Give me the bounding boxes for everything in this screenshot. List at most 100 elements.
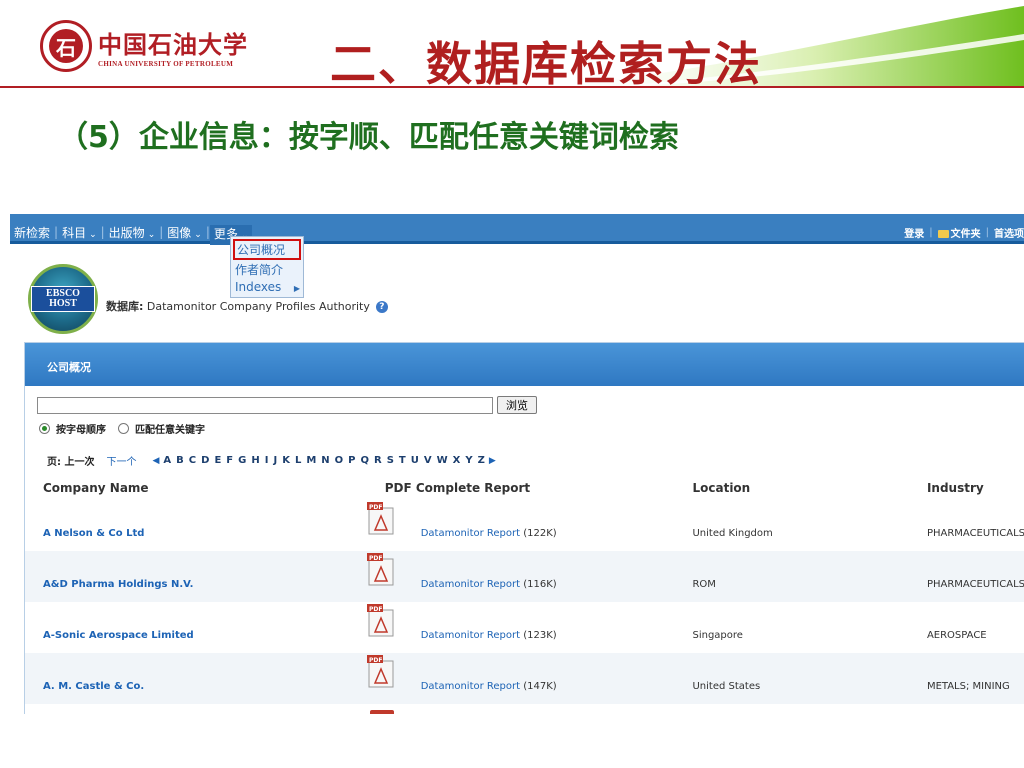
location-cell: Singapore — [692, 630, 743, 641]
alphabet-link-y[interactable]: Y — [465, 455, 472, 466]
alphabet-link-b[interactable]: B — [176, 455, 184, 466]
folder-link[interactable]: 文件夹 — [937, 225, 981, 240]
previous-label: 页: 上一次 — [47, 457, 95, 468]
alphabet-link-t[interactable]: T — [399, 455, 406, 466]
nav-images[interactable]: 图像 ⌄ — [163, 224, 206, 241]
pdf-icon[interactable]: PDF — [366, 604, 397, 638]
alphabet-link-h[interactable]: H — [251, 455, 259, 466]
pdf-icon-partial — [370, 710, 394, 714]
location-cell: United States — [692, 681, 761, 692]
browse-search-row: 浏览 — [37, 396, 537, 414]
alphabet-link-x[interactable]: X — [453, 455, 461, 466]
more-dropdown-menu: 公司概况 作者简介 Indexes ▶ — [230, 236, 304, 298]
pagination-row: 页: 上一次 下一个 ◀ ABCDEFGHIJKLMNOPQRSTUVWXYZ … — [47, 453, 496, 468]
column-industry[interactable]: Industry — [909, 476, 1024, 500]
pdf-report-cell: PDF Datamonitor Report (116K) — [366, 553, 557, 590]
database-name: Datamonitor Company Profiles Authority — [146, 300, 370, 313]
pdf-icon[interactable]: PDF — [366, 655, 397, 689]
radio-any-keyword-label: 匹配任意关键字 — [135, 425, 205, 436]
previous-arrow-icon[interactable]: ◀ — [152, 456, 159, 466]
alphabet-link-d[interactable]: D — [201, 455, 209, 466]
preferences-link[interactable]: 首选项 — [994, 225, 1024, 240]
alphabet-link-w[interactable]: W — [437, 455, 448, 466]
alphabet-link-n[interactable]: N — [321, 455, 329, 466]
table-row: A. M. Castle & Co. PDF Datamonitor Repor… — [25, 653, 1024, 704]
alphabet-link-p[interactable]: P — [348, 455, 355, 466]
alphabet-link-m[interactable]: M — [306, 455, 316, 466]
next-link[interactable]: 下一个 — [106, 453, 136, 468]
alphabet-link-v[interactable]: V — [424, 455, 432, 466]
browse-button[interactable]: 浏览 — [497, 396, 537, 414]
alphabet-link-z[interactable]: Z — [478, 455, 485, 466]
pdf-report-cell: PDF Datamonitor Report (123K) — [366, 604, 557, 641]
company-name-link[interactable]: A. M. Castle & Co. — [25, 653, 367, 704]
svg-text:PDF: PDF — [369, 555, 382, 562]
alphabet-link-i[interactable]: I — [265, 455, 269, 466]
menu-item-company-profiles[interactable]: 公司概况 — [233, 239, 301, 260]
ebsco-screenshot: 新检索 | 科目⌄ | 出版物⌄ | 图像⌄ | 更多⌄ 登录 | 文件夹 | … — [10, 214, 1024, 714]
company-name-link[interactable]: A-Sonic Aerospace Limited — [25, 602, 367, 653]
svg-text:PDF: PDF — [369, 606, 382, 613]
university-logo: 石 中国石油大学 CHINA UNIVERSITY OF PETROLEUM — [40, 20, 248, 72]
company-name-link[interactable]: A&D Pharma Holdings N.V. — [25, 551, 367, 602]
browse-mode-options: 按字母顺序 匹配任意关键字 — [39, 421, 217, 436]
alphabet-link-a[interactable]: A — [163, 455, 171, 466]
panel-header: 公司概况 — [25, 343, 1024, 386]
pdf-icon[interactable]: PDF — [366, 502, 397, 536]
alphabet-link-e[interactable]: E — [214, 455, 221, 466]
browse-input[interactable] — [37, 396, 493, 414]
industry-cell: METALS; MINING — [926, 681, 1010, 692]
slide-title: 二、数据库检索方法 — [330, 37, 762, 90]
chevron-down-icon: ⌄ — [194, 229, 202, 240]
alphabet-link-g[interactable]: G — [238, 455, 246, 466]
ebsco-host-logo[interactable]: EBSCO HOST — [28, 264, 98, 334]
menu-item-indexes[interactable]: Indexes ▶ — [231, 279, 303, 295]
alphabet-link-j[interactable]: J — [273, 455, 277, 466]
location-cell: United Kingdom — [692, 528, 773, 539]
chevron-down-icon: ⌄ — [147, 229, 156, 240]
radio-alphabetical[interactable] — [39, 423, 50, 434]
alphabet-link-r[interactable]: R — [374, 455, 382, 466]
folder-icon — [937, 230, 949, 238]
pdf-report-link[interactable]: Datamonitor Report — [421, 579, 520, 590]
alphabet-links: ABCDEFGHIJKLMNOPQRSTUVWXYZ — [163, 455, 484, 466]
svg-text:PDF: PDF — [369, 504, 382, 511]
university-name-cn: 中国石油大学 — [98, 29, 248, 59]
sign-in-link[interactable]: 登录 — [904, 225, 924, 240]
pdf-report-link[interactable]: Datamonitor Report — [421, 528, 520, 539]
column-pdf-report[interactable]: PDF Complete Report — [367, 476, 675, 500]
slide-header: 石 中国石油大学 CHINA UNIVERSITY OF PETROLEUM 二… — [0, 0, 1024, 90]
alphabet-link-l[interactable]: L — [295, 455, 301, 466]
svg-text:PDF: PDF — [369, 657, 382, 664]
pdf-report-link[interactable]: Datamonitor Report — [421, 630, 520, 641]
pdf-icon[interactable]: PDF — [366, 553, 397, 587]
university-name-en: CHINA UNIVERSITY OF PETROLEUM — [98, 59, 234, 68]
alphabet-link-k[interactable]: K — [282, 455, 290, 466]
industry-cell: PHARMACEUTICALS — [926, 579, 1024, 590]
menu-item-author-profiles[interactable]: 作者简介 — [231, 260, 303, 279]
alphabet-link-q[interactable]: Q — [361, 455, 370, 466]
submenu-arrow-icon: ▶ — [293, 284, 300, 293]
radio-alphabetical-label: 按字母顺序 — [56, 425, 106, 436]
chevron-down-icon: ⌄ — [89, 229, 97, 240]
alphabet-link-s[interactable]: S — [387, 455, 394, 466]
alphabet-link-c[interactable]: C — [189, 455, 196, 466]
results-table: Company Name PDF Complete Report Locatio… — [25, 476, 1024, 704]
column-company-name[interactable]: Company Name — [25, 476, 367, 500]
slide-subtitle: （5）企业信息：按字顺、匹配任意关键词检索 — [58, 120, 679, 155]
column-location[interactable]: Location — [674, 476, 908, 500]
nav-subjects[interactable]: 科目 ⌄ — [58, 224, 101, 241]
database-label: 数据库: Datamonitor Company Profiles Author… — [106, 298, 388, 314]
help-icon[interactable]: ? — [375, 301, 388, 313]
alphabet-link-f[interactable]: F — [226, 455, 233, 466]
radio-any-keyword[interactable] — [118, 423, 129, 434]
next-arrow-icon[interactable]: ▶ — [489, 456, 496, 466]
alphabet-link-u[interactable]: U — [411, 455, 419, 466]
location-cell: ROM — [692, 579, 716, 590]
nav-new-search[interactable]: 新检索 — [10, 224, 54, 241]
pdf-report-link[interactable]: Datamonitor Report — [421, 681, 520, 692]
pdf-report-cell: PDF Datamonitor Report (147K) — [366, 655, 557, 692]
alphabet-link-o[interactable]: O — [335, 455, 344, 466]
company-name-link[interactable]: A Nelson & Co Ltd — [25, 500, 367, 551]
nav-publications[interactable]: 出版物 ⌄ — [105, 224, 160, 241]
